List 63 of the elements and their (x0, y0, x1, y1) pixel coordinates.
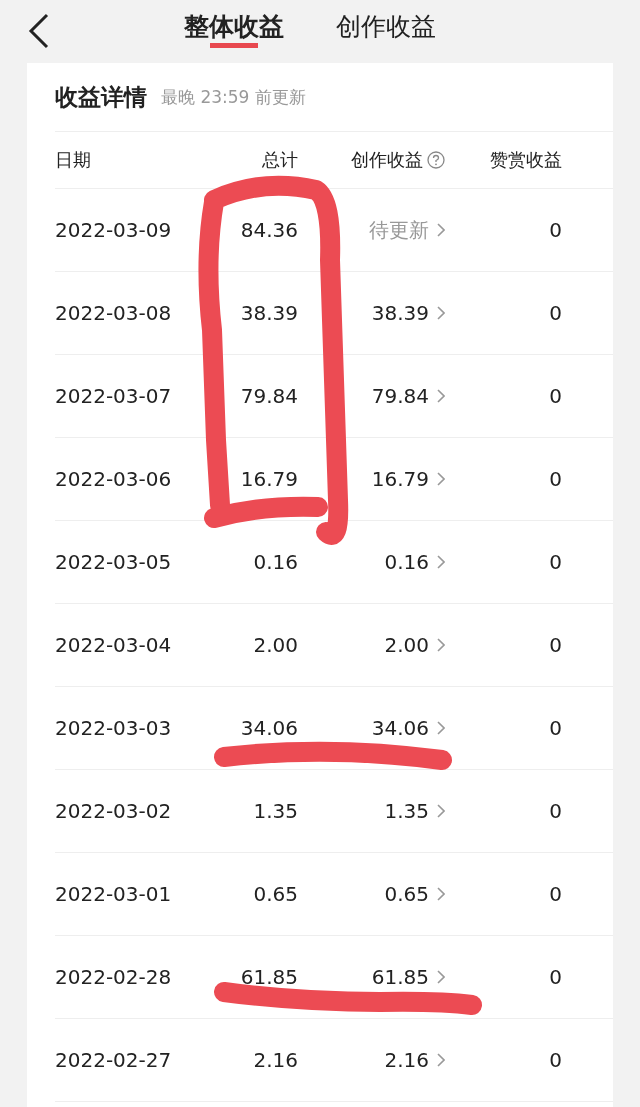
table-cell: 79.84 (240, 384, 298, 408)
table-cell: 61.85 (240, 965, 298, 989)
chevron-icon[interactable] (437, 804, 445, 818)
table-cell: 2022-03-09 (55, 218, 172, 242)
table-cell[interactable]: 34.06 (371, 716, 429, 740)
table-cell: 0 (549, 467, 562, 491)
table-cell: 0 (549, 218, 562, 242)
chevron-icon[interactable] (437, 1053, 445, 1067)
chevron-icon[interactable] (437, 306, 445, 320)
column-header: 创作收益 (351, 148, 423, 172)
table-cell: 2022-03-02 (55, 799, 172, 823)
table-cell: 2.00 (253, 633, 298, 657)
table-cell[interactable]: 16.79 (371, 467, 429, 491)
table-cell[interactable]: 38.39 (371, 301, 429, 325)
section-title: 收益详情 (55, 82, 147, 112)
chevron-icon[interactable] (437, 472, 445, 486)
chevron-icon[interactable] (437, 389, 445, 403)
chevron-icon[interactable] (437, 555, 445, 569)
table-cell: 0 (549, 550, 562, 574)
table-cell: 2022-03-08 (55, 301, 172, 325)
table-cell[interactable]: 2.16 (384, 1048, 429, 1072)
table-cell: 0 (549, 301, 562, 325)
table-cell: 0 (549, 384, 562, 408)
table-cell: 0 (549, 716, 562, 740)
update-note: 最晚 23:59 前更新 (161, 85, 306, 109)
column-header: 赞赏收益 (490, 148, 562, 172)
table-cell: 16.79 (240, 467, 298, 491)
chevron-icon[interactable] (437, 887, 445, 901)
table-cell: 0 (549, 633, 562, 657)
table-cell: 0.65 (253, 882, 298, 906)
chevron-icon[interactable] (437, 638, 445, 652)
table-cell: 2022-03-06 (55, 467, 172, 491)
table-cell[interactable]: 1.35 (384, 799, 429, 823)
table-cell: 84.36 (240, 218, 298, 242)
table-cell[interactable]: 0.65 (384, 882, 429, 906)
table-cell: 2022-03-07 (55, 384, 172, 408)
tab[interactable]: 创作收益 (336, 0, 436, 53)
table-cell: 0 (549, 1048, 562, 1072)
table-cell[interactable]: 0.16 (384, 550, 429, 574)
table-cell: 2022-03-05 (55, 550, 172, 574)
column-header: 总计 (262, 148, 298, 172)
table-cell: 2022-02-27 (55, 1048, 172, 1072)
table-cell: 2022-03-03 (55, 716, 172, 740)
table-cell: 38.39 (240, 301, 298, 325)
table-cell[interactable]: 2.00 (384, 633, 429, 657)
column-header: 日期 (55, 148, 91, 172)
table-cell: 0 (549, 882, 562, 906)
chevron-icon[interactable] (437, 721, 445, 735)
table-cell[interactable]: 79.84 (371, 384, 429, 408)
table-cell: 2.16 (253, 1048, 298, 1072)
back-icon[interactable] (28, 13, 50, 49)
table-cell: 34.06 (240, 716, 298, 740)
chevron-icon[interactable] (437, 970, 445, 984)
chevron-icon[interactable] (437, 223, 445, 237)
table-cell: 2022-03-01 (55, 882, 172, 906)
table-cell: 0.16 (253, 550, 298, 574)
table-cell: 0 (549, 799, 562, 823)
table-cell[interactable]: 61.85 (371, 965, 429, 989)
table-cell: 0 (549, 965, 562, 989)
table-cell: 2022-02-28 (55, 965, 172, 989)
help-icon[interactable] (427, 151, 445, 169)
table-cell: 2022-03-04 (55, 633, 172, 657)
table-cell: 1.35 (253, 799, 298, 823)
